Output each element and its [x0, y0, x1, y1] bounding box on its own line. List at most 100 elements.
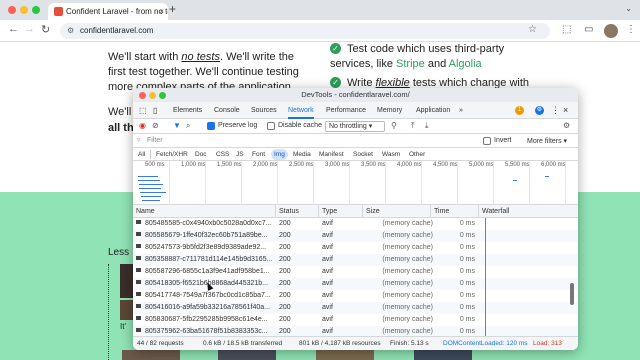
type-doc[interactable]: Doc: [192, 149, 210, 160]
column-time[interactable]: Time: [430, 205, 478, 218]
request-name-text: 805416016-a9fa59b33216a78561f40a...: [145, 304, 270, 311]
column-type[interactable]: Type: [318, 205, 362, 218]
request-size: (memory cache): [382, 244, 433, 251]
video-thumbnail[interactable]: [316, 350, 374, 360]
lesson-thumbnail[interactable]: [120, 300, 134, 320]
tab-search-icon[interactable]: ⌄: [625, 4, 632, 13]
throttling-select[interactable]: No throttling ▾: [325, 121, 385, 132]
preserve-log-checkbox[interactable]: [207, 122, 215, 130]
table-row[interactable]: 805358887-c711781d114e145b9d3165... 200 av…: [133, 254, 578, 266]
clear-icon[interactable]: ⊘: [152, 121, 159, 130]
site-info-icon[interactable]: ⚙: [67, 23, 74, 39]
tab-console[interactable]: Console: [214, 102, 240, 119]
type-wasm[interactable]: Wasm: [379, 149, 403, 160]
reload-button[interactable]: ↻: [41, 23, 50, 36]
bookmark-star-icon[interactable]: ☆: [528, 24, 537, 35]
tab-memory[interactable]: Memory: [377, 102, 402, 119]
tab-performance[interactable]: Performance: [326, 102, 366, 119]
timeline-overview[interactable]: [133, 171, 578, 205]
search-icon[interactable]: ⌕: [186, 121, 190, 131]
type-font[interactable]: Font: [249, 149, 268, 160]
close-window-button[interactable]: [8, 6, 16, 14]
devtools-panel-tabs: ⬚ ▯ Elements Console Sources Network Per…: [133, 102, 578, 119]
network-status-bar: 44 / 82 requests 0.6 kB / 18.5 kB transf…: [133, 336, 578, 350]
network-settings-icon[interactable]: ⚙: [563, 121, 570, 130]
disable-cache-checkbox[interactable]: [267, 122, 275, 130]
tab-network[interactable]: Network: [288, 102, 314, 119]
extensions-icon[interactable]: ⬚: [562, 24, 571, 35]
tab-application[interactable]: Application: [416, 102, 450, 119]
type-other[interactable]: Other: [406, 149, 428, 160]
filter-icon[interactable]: ▼: [173, 121, 181, 130]
browser-menu-icon[interactable]: ⋮: [626, 24, 636, 35]
forward-button[interactable]: →: [24, 23, 35, 35]
video-thumbnail[interactable]: [122, 350, 180, 360]
table-row[interactable]: 805585679-1ffe40f32ec60b751a89be... 200 av…: [133, 230, 578, 242]
import-har-icon[interactable]: ⤒: [411, 121, 415, 131]
invert-checkbox[interactable]: [483, 137, 491, 145]
record-icon[interactable]: ◉: [139, 121, 146, 130]
zoom-window-button[interactable]: [32, 6, 40, 14]
video-thumbnail[interactable]: [414, 350, 472, 360]
type-img[interactable]: Img: [271, 149, 288, 160]
table-row[interactable]: 805485585-c0x4940xb0c5028a0d0xc7... 200 av…: [133, 218, 578, 230]
tab-sources[interactable]: Sources: [251, 102, 277, 119]
type-css[interactable]: CSS: [213, 149, 232, 160]
request-name: 805417748-7549a7f367bc0cd1c85ba7...: [136, 290, 274, 302]
export-har-icon[interactable]: ⤓: [425, 121, 429, 131]
bullet-third-party: ✓ Test code which uses third-party servic…: [330, 42, 540, 72]
ruler-tick-label: 5,000 ms: [469, 162, 494, 168]
request-size: (memory cache): [382, 316, 433, 323]
table-row[interactable]: 805418305-f6521b6b8868ad445321b... 200 avi…: [133, 278, 578, 290]
devtools-menu-icon[interactable]: ⋮: [551, 102, 560, 119]
devtools-close-button[interactable]: [139, 92, 146, 99]
request-status: 200: [279, 304, 291, 311]
close-tab-icon[interactable]: ×: [159, 3, 164, 20]
ruler-gridline: [421, 161, 422, 205]
new-tab-button[interactable]: +: [169, 2, 176, 16]
side-panel-icon[interactable]: ▭: [584, 24, 593, 35]
table-row[interactable]: 805247573-9b5fd2f3e89d9389ade92... 200 avi…: [133, 242, 578, 254]
type-js[interactable]: JS: [233, 149, 247, 160]
table-row[interactable]: 805417748-7549a7f367bc0cd1c85ba7... 200 av…: [133, 290, 578, 302]
type-all[interactable]: All: [135, 149, 148, 160]
lesson-thumbnail[interactable]: [120, 264, 134, 298]
devtools-minimize-button[interactable]: [149, 92, 156, 99]
type-manifest[interactable]: Manifest: [316, 149, 347, 160]
table-row[interactable]: 805416016-a9fa59b33216a78561f40a... 200 av…: [133, 302, 578, 314]
column-waterfall[interactable]: Waterfall: [478, 205, 578, 218]
inspect-element-icon[interactable]: ⬚: [139, 102, 147, 119]
devtools-zoom-button[interactable]: [159, 92, 166, 99]
tab-elements[interactable]: Elements: [173, 102, 202, 119]
back-button[interactable]: ←: [8, 23, 19, 35]
requests-scrollbar[interactable]: [570, 283, 574, 305]
table-row[interactable]: 805830687-5fb2295285b9958c61e4e... 200 avi…: [133, 314, 578, 326]
table-row[interactable]: 805375962-63ba51678f51b8383353c... 200 avi…: [133, 326, 578, 336]
more-filters-button[interactable]: More filters ▾: [527, 137, 567, 145]
profile-avatar[interactable]: [604, 24, 618, 38]
filter-input[interactable]: ▿ Filter: [137, 136, 477, 146]
close-devtools-icon[interactable]: ×: [563, 102, 568, 119]
device-toolbar-icon[interactable]: ▯: [153, 102, 157, 119]
settings-gear-icon[interactable]: ⚙: [535, 106, 544, 115]
table-row[interactable]: 805587296-6855c1a3f9e41adf958be1... 200 av…: [133, 266, 578, 278]
request-size: (memory cache): [382, 304, 433, 311]
column-size[interactable]: Size: [362, 205, 430, 218]
type-media[interactable]: Media: [290, 149, 314, 160]
column-name[interactable]: Name: [133, 205, 275, 218]
type-socket[interactable]: Socket: [350, 149, 376, 160]
video-thumbnail[interactable]: [218, 350, 276, 360]
column-status[interactable]: Status: [275, 205, 318, 218]
minimize-window-button[interactable]: [20, 6, 28, 14]
algolia-link[interactable]: Algolia: [449, 58, 482, 70]
network-conditions-icon[interactable]: ⚲: [391, 121, 397, 130]
browser-tab[interactable]: Confident Laravel - from no te ×: [48, 3, 168, 20]
image-file-icon: [136, 280, 141, 284]
type-fetch-xhr[interactable]: Fetch/XHR: [153, 149, 191, 160]
request-name-text: 805485585-c0x4940xb0c5028a0d0xc7...: [145, 220, 272, 227]
more-tabs-icon[interactable]: »: [459, 102, 463, 119]
request-size: (memory cache): [382, 256, 433, 263]
stripe-link[interactable]: Stripe: [396, 58, 425, 70]
address-bar[interactable]: ⚙ confidentlaravel.com: [60, 23, 550, 39]
issues-badge[interactable]: 1: [515, 106, 524, 115]
